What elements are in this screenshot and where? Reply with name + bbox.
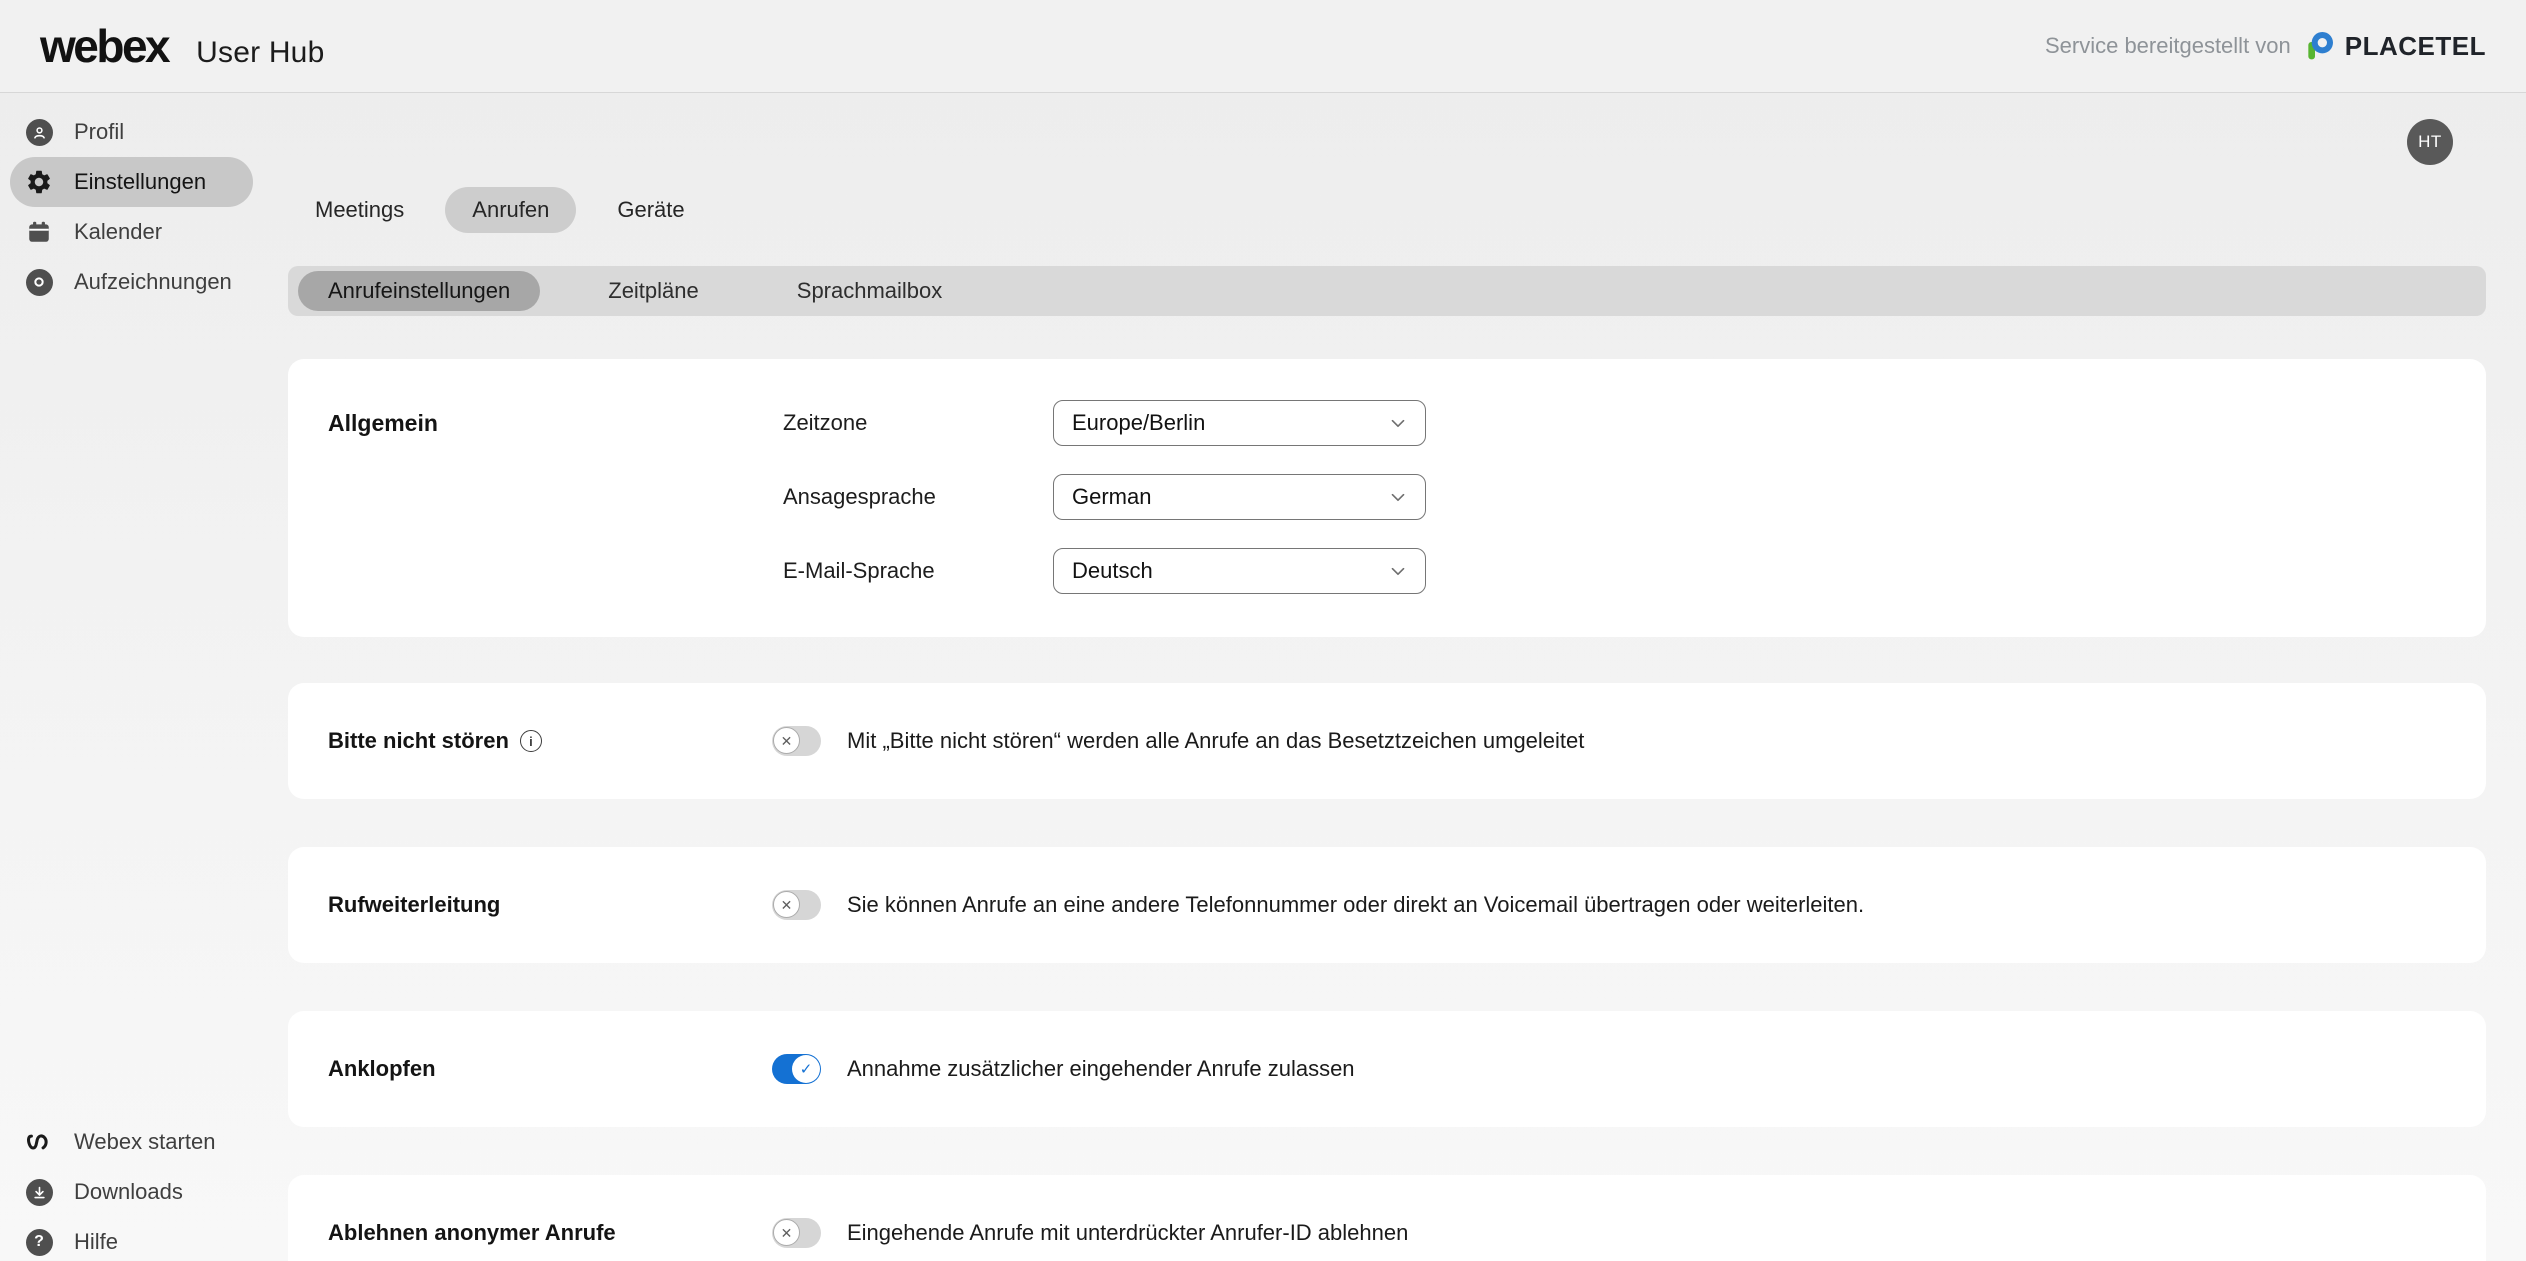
toggle-description: Mit „Bitte nicht stören“ werden alle Anr… bbox=[847, 728, 1584, 754]
sidebar-item-label: Profil bbox=[74, 119, 124, 145]
placetel-icon bbox=[2305, 30, 2337, 62]
sidebar-item-label: Webex starten bbox=[74, 1129, 215, 1155]
chevron-down-icon bbox=[1387, 412, 1409, 434]
sidebar-item-webex-starten[interactable]: Webex starten bbox=[10, 1117, 253, 1167]
select-value: German bbox=[1072, 484, 1151, 510]
profile-icon bbox=[24, 117, 54, 147]
form-row-zeitzone: Zeitzone Europe/Berlin bbox=[783, 400, 2446, 446]
subtab-anrufeinstellungen[interactable]: Anrufeinstellungen bbox=[298, 271, 540, 311]
tab-label: Geräte bbox=[617, 197, 684, 222]
subtab-bar: Anrufeinstellungen Zeitpläne Sprachmailb… bbox=[288, 266, 2486, 316]
sidebar-item-hilfe[interactable]: ? Hilfe bbox=[10, 1217, 253, 1261]
brand: webex User Hub bbox=[40, 19, 324, 73]
top-header: webex User Hub Service bereitgestellt vo… bbox=[0, 0, 2526, 93]
avatar-initials: HT bbox=[2418, 132, 2442, 152]
toggle-description: Eingehende Anrufe mit unterdrückter Anru… bbox=[847, 1220, 1408, 1246]
sidebar-item-aufzeichnungen[interactable]: Aufzeichnungen bbox=[10, 257, 253, 307]
provider-logo: PLACETEL bbox=[2305, 30, 2486, 62]
header-right: Service bereitgestellt von PLACETEL bbox=[2045, 30, 2486, 62]
webex-logo-icon bbox=[24, 1127, 54, 1157]
announcement-language-select[interactable]: German bbox=[1053, 474, 1426, 520]
tab-bar: Meetings Anrufen Geräte bbox=[288, 187, 2486, 233]
toggle-off-icon: ✕ bbox=[781, 898, 793, 912]
sidebar-item-label: Kalender bbox=[74, 219, 162, 245]
email-language-select[interactable]: Deutsch bbox=[1053, 548, 1426, 594]
subtab-sprachmailbox[interactable]: Sprachmailbox bbox=[767, 271, 973, 311]
info-icon[interactable]: i bbox=[520, 730, 542, 752]
card-title: Anklopfen bbox=[328, 1056, 436, 1082]
page-title: User Hub bbox=[196, 36, 324, 70]
subtab-zeitplaene[interactable]: Zeitpläne bbox=[578, 271, 729, 311]
recordings-icon bbox=[24, 267, 54, 297]
field-label: E-Mail-Sprache bbox=[783, 558, 1053, 584]
chevron-down-icon bbox=[1387, 486, 1409, 508]
subtab-label: Sprachmailbox bbox=[797, 278, 943, 303]
general-form: Zeitzone Europe/Berlin Ansagesprache Ger… bbox=[783, 400, 2446, 637]
tab-label: Anrufen bbox=[472, 197, 549, 222]
tab-geraete[interactable]: Geräte bbox=[590, 187, 711, 233]
dnd-toggle[interactable]: ✕ bbox=[772, 726, 821, 756]
sidebar-footer: Webex starten Downloads ? Hilfe bbox=[0, 1117, 288, 1261]
sidebar-item-einstellungen[interactable]: Einstellungen bbox=[10, 157, 253, 207]
sidebar-item-label: Hilfe bbox=[74, 1229, 118, 1255]
card-title: Allgemein bbox=[328, 400, 783, 637]
main-content: HT Meetings Anrufen Geräte Anrufeinstell… bbox=[288, 93, 2526, 1261]
call-forwarding-toggle[interactable]: ✕ bbox=[772, 890, 821, 920]
card-title: Ablehnen anonymer Anrufe bbox=[328, 1220, 616, 1246]
form-row-ansagesprache: Ansagesprache German bbox=[783, 474, 2446, 520]
field-label: Zeitzone bbox=[783, 410, 1053, 436]
toggle-description: Sie können Anrufe an eine andere Telefon… bbox=[847, 892, 1864, 918]
sidebar: Profil Einstellungen Kalender bbox=[0, 93, 288, 1261]
sidebar-item-label: Einstellungen bbox=[74, 169, 206, 195]
card-title: Rufweiterleitung bbox=[328, 892, 500, 918]
toggle-off-icon: ✕ bbox=[781, 1226, 793, 1240]
sidebar-item-downloads[interactable]: Downloads bbox=[10, 1167, 253, 1217]
toggle-on-icon: ✓ bbox=[800, 1062, 813, 1077]
toggle-off-icon: ✕ bbox=[781, 734, 793, 748]
call-waiting-toggle[interactable]: ✓ bbox=[772, 1054, 821, 1084]
form-row-email-sprache: E-Mail-Sprache Deutsch bbox=[783, 548, 2446, 594]
select-value: Deutsch bbox=[1072, 558, 1153, 584]
timezone-select[interactable]: Europe/Berlin bbox=[1053, 400, 1426, 446]
subtab-label: Anrufeinstellungen bbox=[328, 278, 510, 303]
sidebar-item-label: Downloads bbox=[74, 1179, 183, 1205]
toggle-description: Annahme zusätzlicher eingehender Anrufe … bbox=[847, 1056, 1355, 1082]
sidebar-item-kalender[interactable]: Kalender bbox=[10, 207, 253, 257]
dnd-card: Bitte nicht stören i ✕ Mit „Bitte nicht … bbox=[288, 683, 2486, 799]
select-value: Europe/Berlin bbox=[1072, 410, 1205, 436]
call-forwarding-card: Rufweiterleitung ✕ Sie können Anrufe an … bbox=[288, 847, 2486, 963]
chevron-down-icon bbox=[1387, 560, 1409, 582]
gear-icon bbox=[24, 167, 54, 197]
sidebar-item-profil[interactable]: Profil bbox=[10, 107, 253, 157]
anonymous-call-rejection-toggle[interactable]: ✕ bbox=[772, 1218, 821, 1248]
general-settings-card: Allgemein Zeitzone Europe/Berlin Ansages… bbox=[288, 359, 2486, 637]
tab-label: Meetings bbox=[315, 197, 404, 222]
provider-name: PLACETEL bbox=[2345, 31, 2486, 62]
card-title: Bitte nicht stören bbox=[328, 728, 509, 754]
call-waiting-card: Anklopfen ✓ Annahme zusätzlicher eingehe… bbox=[288, 1011, 2486, 1127]
avatar[interactable]: HT bbox=[2407, 119, 2453, 165]
tab-meetings[interactable]: Meetings bbox=[288, 187, 431, 233]
field-label: Ansagesprache bbox=[783, 484, 1053, 510]
sidebar-item-label: Aufzeichnungen bbox=[74, 269, 232, 295]
anonymous-call-rejection-card: Ablehnen anonymer Anrufe ✕ Eingehende An… bbox=[288, 1175, 2486, 1261]
download-icon bbox=[24, 1177, 54, 1207]
webex-logo: webex bbox=[40, 19, 168, 73]
tab-anrufen[interactable]: Anrufen bbox=[445, 187, 576, 233]
help-icon: ? bbox=[24, 1227, 54, 1257]
calendar-icon bbox=[24, 217, 54, 247]
subtab-label: Zeitpläne bbox=[608, 278, 699, 303]
service-note: Service bereitgestellt von bbox=[2045, 33, 2291, 59]
